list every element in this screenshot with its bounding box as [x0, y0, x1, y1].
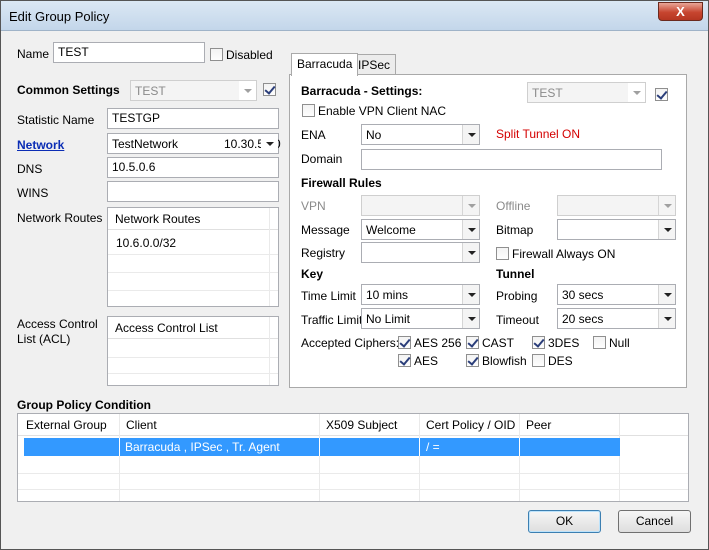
- probing-select[interactable]: 30 secs: [557, 284, 676, 305]
- cancel-button[interactable]: Cancel: [618, 510, 691, 533]
- client-cell: Barracuda , IPSec , Tr. Agent: [125, 440, 280, 454]
- close-button[interactable]: X: [658, 2, 703, 21]
- ciphers-label: Accepted Ciphers:: [301, 336, 400, 350]
- name-field[interactable]: TEST: [53, 42, 205, 63]
- acl-list[interactable]: Access Control List: [107, 316, 279, 386]
- network-select[interactable]: TestNetwork 10.30.50.0: [107, 133, 281, 154]
- chevron-down-icon: [658, 285, 675, 304]
- chevron-down-icon: [462, 220, 479, 239]
- wins-label: WINS: [17, 186, 49, 200]
- ena-select[interactable]: No: [361, 124, 480, 145]
- title-bar: Edit Group Policy X: [1, 1, 708, 31]
- chevron-down-icon: [462, 309, 479, 328]
- tunnel-heading: Tunnel: [496, 267, 535, 281]
- barracuda-settings-checkbox[interactable]: [655, 88, 668, 101]
- registry-select[interactable]: [361, 242, 480, 263]
- common-settings-select: TEST: [130, 80, 257, 101]
- timeout-select[interactable]: 20 secs: [557, 308, 676, 329]
- barracuda-settings-label: Barracuda - Settings:: [301, 84, 423, 98]
- statistic-name-field[interactable]: TESTGP: [107, 108, 279, 129]
- registry-label: Registry: [301, 246, 346, 260]
- vpn-nac-label: Enable VPN Client NAC: [318, 104, 447, 118]
- offline-label: Offline: [496, 199, 531, 213]
- common-settings-checkbox[interactable]: [263, 83, 276, 96]
- domain-field[interactable]: [361, 149, 662, 170]
- window-title: Edit Group Policy: [9, 9, 110, 24]
- message-select[interactable]: Welcome: [361, 219, 480, 240]
- cipher-cast-label: CAST: [482, 336, 515, 350]
- network-link[interactable]: Network: [17, 138, 64, 152]
- cipher-aes-checkbox[interactable]: [398, 354, 411, 367]
- network-routes-list[interactable]: Network Routes 10.6.0.0/32: [107, 207, 279, 307]
- chevron-down-icon: [462, 125, 479, 144]
- cipher-aes256-checkbox[interactable]: [398, 336, 411, 349]
- chevron-down-icon: [261, 134, 278, 153]
- cipher-blowfish-checkbox[interactable]: [466, 354, 479, 367]
- vpn-nac-checkbox[interactable]: [302, 104, 315, 117]
- condition-table[interactable]: External Group Client X509 Subject Cert …: [17, 413, 689, 502]
- cipher-des-label: DES: [548, 354, 573, 368]
- wins-field[interactable]: [107, 181, 279, 202]
- tab-ipsec[interactable]: IPSec: [352, 54, 397, 75]
- chevron-down-icon: [239, 81, 256, 100]
- offline-select: [557, 195, 676, 216]
- firewall-always-on-label: Firewall Always ON: [512, 247, 616, 261]
- table-row[interactable]: Barracuda , IPSec , Tr. Agent / =: [24, 438, 620, 456]
- vpn-select: [361, 195, 480, 216]
- network-routes-label: Network Routes: [17, 211, 103, 225]
- firewall-rules-heading: Firewall Rules: [301, 176, 382, 190]
- cipher-des-checkbox[interactable]: [532, 354, 545, 367]
- cipher-null-label: Null: [609, 336, 630, 350]
- traffic-limit-label: Traffic Limit: [301, 313, 363, 327]
- ok-button[interactable]: OK: [528, 510, 601, 533]
- dns-field[interactable]: 10.5.0.6: [107, 157, 279, 178]
- acl-label-line2: List (ACL): [17, 332, 71, 346]
- acl-label-line1: Access Control: [17, 317, 98, 331]
- network-routes-header: Network Routes: [108, 208, 278, 230]
- firewall-always-on-checkbox[interactable]: [496, 247, 509, 260]
- chevron-down-icon: [658, 220, 675, 239]
- cipher-aes-label: AES: [414, 354, 439, 368]
- name-label: Name: [17, 47, 50, 61]
- cipher-3des-label: 3DES: [548, 336, 580, 350]
- disabled-label: Disabled: [226, 48, 273, 62]
- cert-policy-cell: / =: [426, 440, 440, 454]
- message-label: Message: [301, 223, 350, 237]
- ena-label: ENA: [301, 128, 326, 142]
- acl-header: Access Control List: [108, 317, 278, 339]
- bitmap-label: Bitmap: [496, 223, 534, 237]
- cipher-3des-checkbox[interactable]: [532, 336, 545, 349]
- probing-label: Probing: [496, 289, 538, 303]
- time-limit-label: Time Limit: [301, 289, 356, 303]
- disabled-checkbox[interactable]: [210, 48, 223, 61]
- tab-barracuda[interactable]: Barracuda: [291, 53, 359, 76]
- cipher-aes256-label: AES 256: [414, 336, 462, 350]
- domain-label: Domain: [301, 152, 343, 166]
- chevron-down-icon: [658, 196, 675, 215]
- chevron-down-icon: [628, 83, 645, 102]
- cipher-blowfish-label: Blowfish: [482, 354, 527, 368]
- cipher-null-checkbox[interactable]: [593, 336, 606, 349]
- statistic-name-label: Statistic Name: [17, 113, 95, 127]
- group-policy-condition-heading: Group Policy Condition: [17, 398, 151, 412]
- chevron-down-icon: [462, 285, 479, 304]
- timeout-label: Timeout: [496, 313, 539, 327]
- traffic-limit-select[interactable]: No Limit: [361, 308, 480, 329]
- split-tunnel-status: Split Tunnel ON: [496, 127, 581, 141]
- key-heading: Key: [301, 267, 324, 281]
- chevron-down-icon: [462, 196, 479, 215]
- list-item[interactable]: 10.6.0.0/32: [116, 236, 176, 250]
- common-settings-label: Common Settings: [17, 83, 120, 97]
- cipher-cast-checkbox[interactable]: [466, 336, 479, 349]
- chevron-down-icon: [462, 243, 479, 262]
- bitmap-select[interactable]: [557, 219, 676, 240]
- vpn-label: VPN: [301, 199, 326, 213]
- time-limit-select[interactable]: 10 mins: [361, 284, 480, 305]
- barracuda-settings-select: TEST: [527, 82, 646, 103]
- edit-group-policy-dialog: Edit Group Policy X Name TEST Disabled C…: [0, 0, 709, 550]
- dns-label: DNS: [17, 162, 43, 176]
- chevron-down-icon: [658, 309, 675, 328]
- barracuda-panel: Barracuda - Settings: TEST Enable VPN Cl…: [289, 74, 687, 388]
